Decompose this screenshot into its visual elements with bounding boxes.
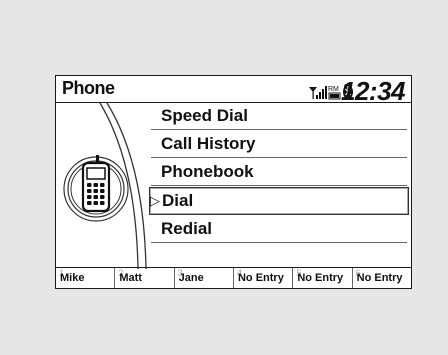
menu-item-label: Phonebook [161,162,254,181]
signal-strength-icon [309,86,327,99]
menu-item-redial[interactable]: Redial [151,216,407,243]
quick-dial-slot-6[interactable]: 6 No Entry [353,268,411,288]
menu-item-phonebook[interactable]: Phonebook [151,159,407,186]
menu-item-label: Redial [161,219,213,238]
roaming-icon: RM [328,86,341,100]
selection-cursor-icon: ▷ [150,193,160,208]
quick-dial-slot-5[interactable]: 5 No Entry [293,268,353,288]
menu-item-label: Speed Dial [161,106,248,125]
page-title: Phone [62,78,115,98]
quick-dial-slot-1[interactable]: 1 Mike [56,268,116,288]
quick-dial-slot-3[interactable]: 3 Jane [175,268,234,288]
slot-name: No Entry [356,272,403,284]
quick-dial-slot-2[interactable]: 2 Matt [115,268,175,288]
quick-dial-bar: 1 Mike 2 Matt 3 Jane 4 No Entry 5 No Ent… [56,267,411,288]
phone-menu: Speed Dial Call History Phonebook ▷ Dial… [149,103,409,244]
menu-item-dial[interactable]: ▷ Dial [149,187,409,215]
slot-name: Matt [119,272,142,284]
menu-item-label: Dial [162,191,194,210]
roaming-text: RM [328,86,339,93]
phone-handset-icon [63,103,147,269]
slot-name: Jane [178,272,204,284]
quick-dial-slot-4[interactable]: 4 No Entry [234,268,294,288]
slot-name: Mike [60,272,85,284]
phone-screen: Phone RM 12:34 Speed Dial Call History P… [55,75,412,289]
menu-item-speed-dial[interactable]: Speed Dial [151,103,407,130]
slot-name: No Entry [297,272,344,284]
slot-name: No Entry [237,272,284,284]
menu-item-call-history[interactable]: Call History [151,131,407,158]
menu-item-label: Call History [161,134,256,153]
